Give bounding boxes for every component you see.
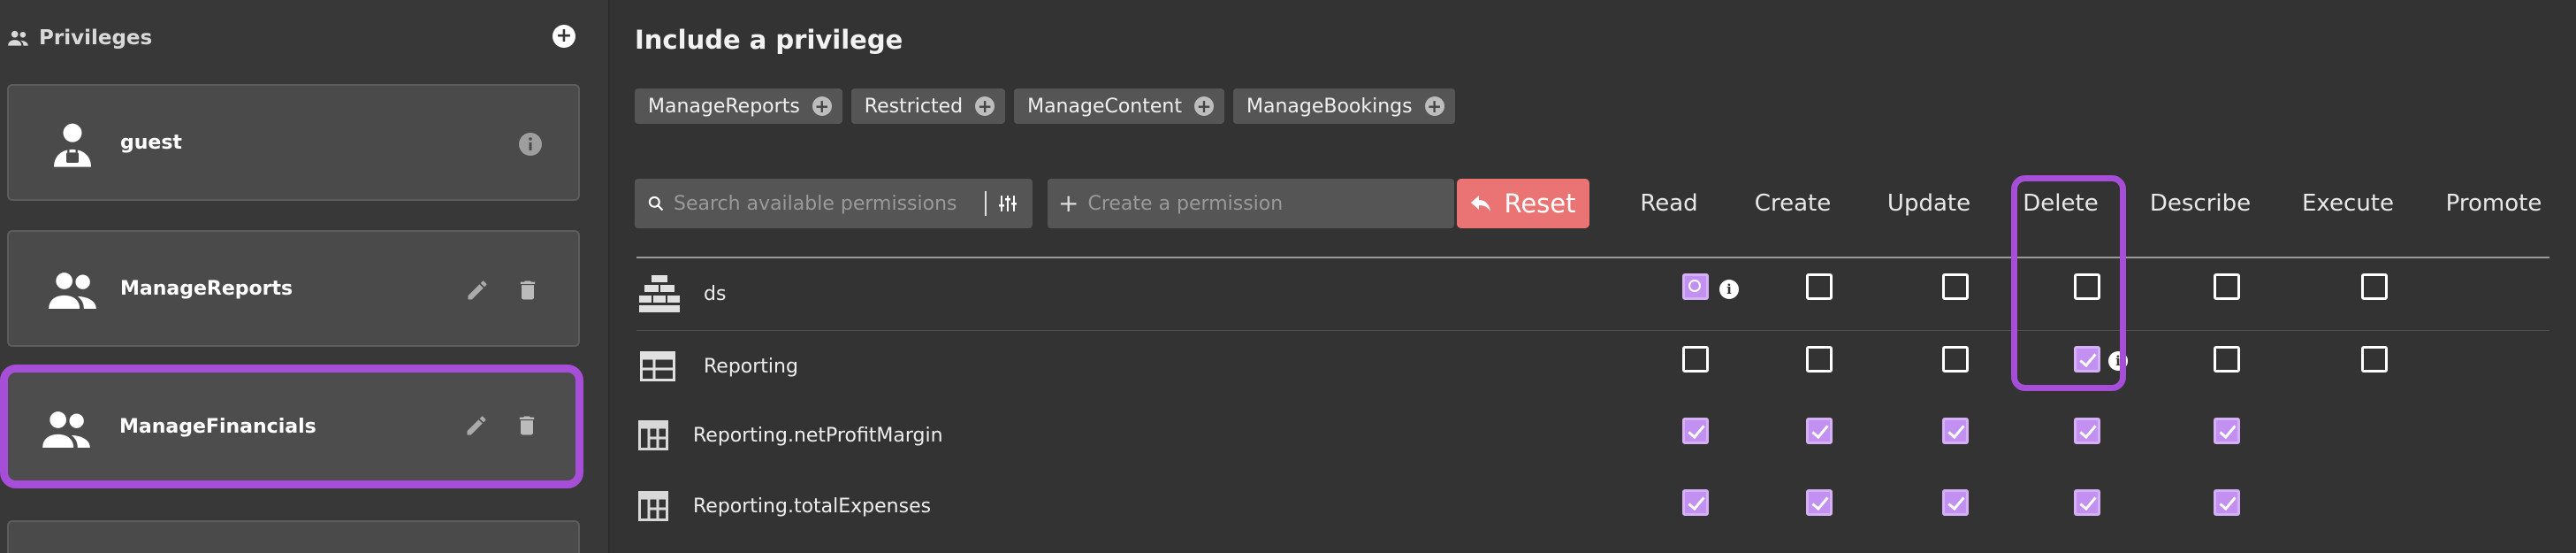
- checkbox-create[interactable]: [1806, 489, 1833, 516]
- column-header-promote[interactable]: Promote: [2446, 186, 2542, 221]
- checkbox-update[interactable]: [1942, 346, 1969, 373]
- search-input[interactable]: [674, 192, 983, 215]
- add-chip-icon[interactable]: +: [1193, 96, 1214, 116]
- privilege-name: guest: [120, 131, 182, 154]
- edit-icon[interactable]: [465, 278, 490, 303]
- edit-icon[interactable]: [464, 413, 489, 438]
- column-header-update[interactable]: Update: [1887, 186, 1970, 221]
- column-table-icon: [638, 420, 668, 450]
- privilege-card-managereports[interactable]: ManageReports: [7, 230, 580, 347]
- privileges-sidebar: Privileges + guest ManageReports ManageF…: [0, 0, 610, 553]
- checkbox-read[interactable]: [1682, 346, 1709, 373]
- filter-tune-icon[interactable]: [997, 193, 1018, 214]
- privilege-name: ManageFinancials: [119, 415, 316, 438]
- column-header-describe[interactable]: Describe: [2150, 186, 2251, 221]
- create-permission-field[interactable]: +: [1048, 179, 1454, 228]
- checkbox-describe[interactable]: [2214, 489, 2240, 516]
- privilege-card-managefinancials[interactable]: ManageFinancials: [0, 365, 583, 488]
- checkbox-create[interactable]: [1806, 418, 1833, 444]
- checkbox-create[interactable]: [1806, 273, 1833, 300]
- checkbox-read[interactable]: [1682, 273, 1709, 300]
- page-title: Include a privilege: [635, 25, 903, 55]
- column-table-icon: [638, 491, 668, 521]
- permission-search[interactable]: [635, 179, 1033, 228]
- resource-name: Reporting.netProfitMargin: [693, 424, 943, 447]
- resource-name: Reporting: [704, 355, 798, 378]
- add-chip-icon[interactable]: +: [975, 96, 995, 116]
- table-row: Reporting.netProfitMargin: [636, 400, 2549, 471]
- database-stack-icon: [639, 275, 680, 312]
- delete-icon[interactable]: [515, 278, 540, 303]
- reset-button[interactable]: Reset: [1457, 179, 1589, 228]
- resource-name: Reporting.totalExpenses: [693, 495, 932, 518]
- people-icon: [42, 411, 90, 448]
- checkbox-delete[interactable]: [2074, 489, 2100, 516]
- sidebar-header: Privileges: [7, 23, 591, 53]
- privilege-card-guest[interactable]: guest: [7, 84, 580, 201]
- privilege-chip[interactable]: ManageContent +: [1014, 88, 1224, 124]
- checkbox-execute[interactable]: [2361, 346, 2388, 373]
- checkbox-update[interactable]: [1942, 273, 1969, 300]
- create-permission-input[interactable]: [1087, 192, 1442, 215]
- add-chip-icon[interactable]: +: [812, 96, 832, 116]
- info-icon[interactable]: [518, 132, 543, 157]
- column-header-read[interactable]: Read: [1640, 186, 1697, 221]
- privilege-chip[interactable]: Restricted +: [850, 88, 1006, 124]
- privilege-chip[interactable]: ManageBookings +: [1232, 88, 1455, 124]
- add-privilege-button[interactable]: +: [553, 25, 575, 48]
- checkbox-update[interactable]: [1942, 418, 1969, 444]
- add-chip-icon[interactable]: +: [1424, 96, 1444, 116]
- checkbox-describe[interactable]: [2214, 273, 2240, 300]
- checkbox-read[interactable]: [1682, 489, 1709, 516]
- reset-label: Reset: [1504, 188, 1576, 219]
- delete-column-highlight: [2011, 175, 2126, 391]
- privilege-editor: Include a privilege ManageReports + Restr…: [610, 0, 2576, 553]
- reply-arrow-icon: [1471, 196, 1491, 211]
- checkbox-describe[interactable]: [2214, 346, 2240, 373]
- privilege-card-partial[interactable]: [7, 520, 580, 553]
- checkbox-execute[interactable]: [2361, 273, 2388, 300]
- checkbox-delete[interactable]: [2074, 418, 2100, 444]
- table-row: ds i: [636, 258, 2549, 329]
- table-row: Reporting.totalExpenses: [636, 471, 2549, 541]
- checkbox-create[interactable]: [1806, 346, 1833, 373]
- people-icon: [49, 273, 96, 309]
- checkbox-update[interactable]: [1942, 489, 1969, 516]
- search-separator: [985, 191, 987, 216]
- column-header-execute[interactable]: Execute: [2302, 186, 2394, 221]
- search-icon: [648, 196, 664, 211]
- table-icon: [640, 351, 675, 381]
- info-icon[interactable]: i: [1719, 280, 1739, 299]
- privilege-chip[interactable]: ManageReports +: [635, 88, 842, 124]
- resource-name: ds: [704, 282, 727, 305]
- column-header-create[interactable]: Create: [1755, 186, 1831, 221]
- guest-lock-user-icon: [54, 123, 91, 167]
- people-icon: [8, 30, 28, 46]
- table-row: Reporting i: [636, 331, 2549, 402]
- delete-icon[interactable]: [514, 413, 539, 438]
- privilege-chip-list: ManageReports + Restricted + ManageContent…: [635, 88, 1455, 124]
- checkbox-describe[interactable]: [2214, 418, 2240, 444]
- checkbox-read[interactable]: [1682, 418, 1709, 444]
- plus-icon: +: [1058, 188, 1079, 218]
- sidebar-title: Privileges: [39, 27, 153, 50]
- privilege-name: ManageReports: [120, 277, 293, 300]
